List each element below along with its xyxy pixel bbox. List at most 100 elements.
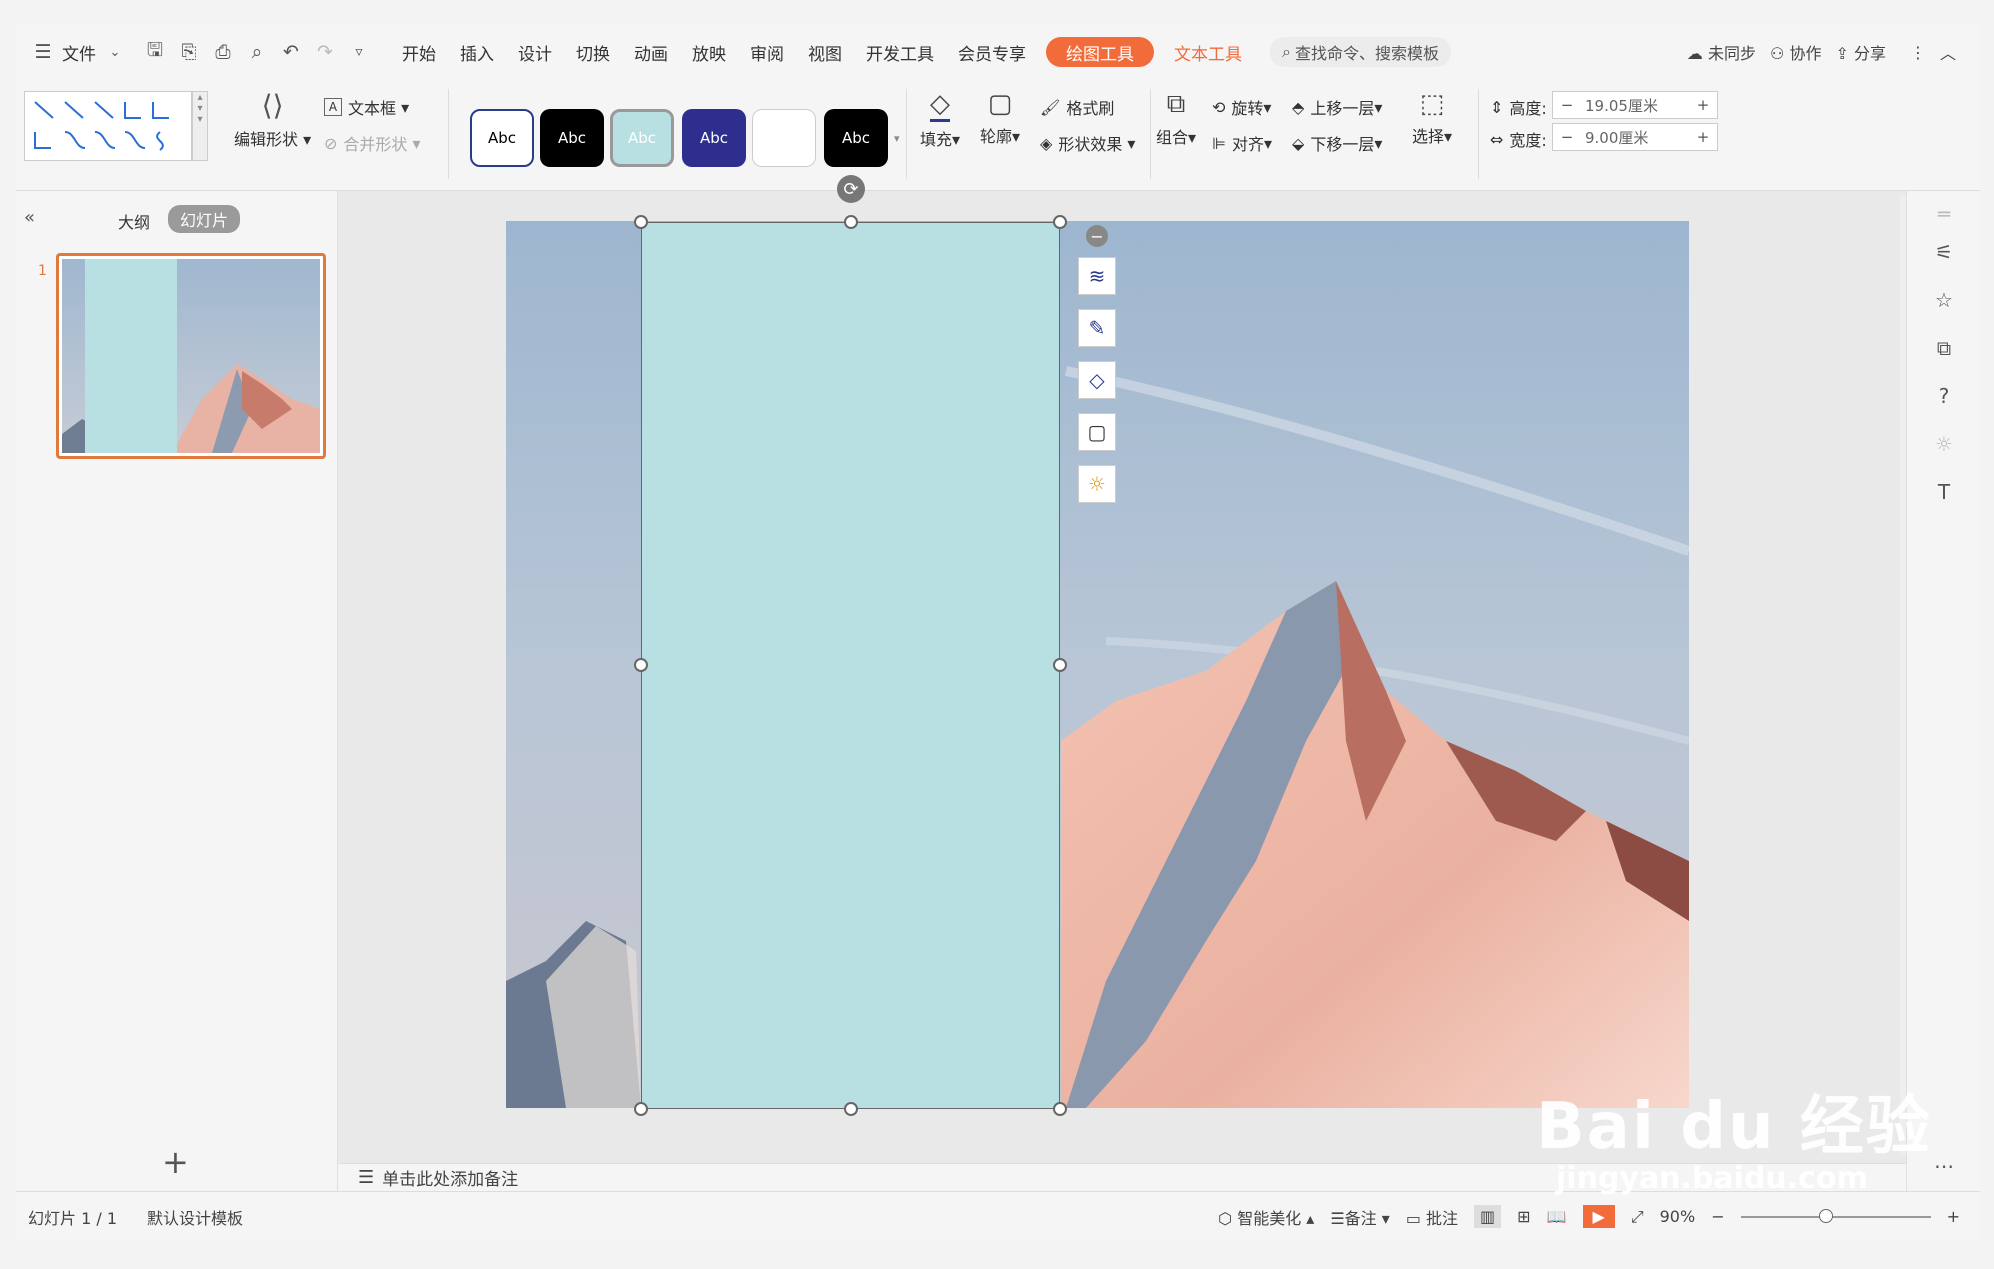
tab-review[interactable]: 审阅 (738, 25, 796, 79)
copy-panel-icon[interactable]: ⧉ (1931, 335, 1957, 361)
help-icon[interactable]: ? (1931, 383, 1957, 409)
zoom-level[interactable]: 90% (1660, 1207, 1696, 1226)
style-preset-3[interactable]: Abc (610, 109, 674, 167)
save-icon[interactable]: 🖫 (142, 39, 168, 65)
zoom-slider[interactable] (1740, 1208, 1931, 1223)
style-preset-6[interactable]: Abc (824, 109, 888, 167)
notes-placeholder: 单击此处添加备注 (382, 1170, 519, 1190)
reading-view-icon[interactable]: 📖 (1547, 1207, 1567, 1226)
brush-tool[interactable]: ✎ (1078, 309, 1116, 347)
selected-rectangle-shape[interactable] (641, 222, 1060, 1109)
tab-insert[interactable]: 插入 (448, 25, 506, 79)
collapse-float-toolbar-icon[interactable]: − (1086, 225, 1108, 247)
sync-status[interactable]: ☁ 未同步 (1687, 40, 1756, 64)
outline-tab[interactable]: 大纲 (118, 209, 150, 233)
slides-tab[interactable]: 幻灯片 (168, 205, 241, 233)
style-preset-1[interactable]: Abc (470, 109, 534, 167)
height-input[interactable]: − 19.05厘米 + (1552, 91, 1718, 119)
tab-drawing-tools[interactable]: 绘图工具 (1046, 37, 1154, 67)
normal-view-icon[interactable]: ▥ (1474, 1205, 1502, 1228)
print-preview-icon[interactable]: ⌕ (244, 39, 270, 65)
smart-beautify-button[interactable]: ⬡ 智能美化 ▴ (1218, 1205, 1314, 1229)
play-slideshow-icon[interactable]: ▶ (1582, 1205, 1615, 1228)
fill-bucket-icon: ◇ (930, 89, 951, 122)
tab-text-tools[interactable]: 文本工具 (1162, 25, 1254, 79)
lightbulb-icon[interactable]: ☼ (1931, 431, 1957, 457)
shape-effect-button[interactable]: ◈ 形状效果 ▾ (1040, 131, 1135, 155)
print-icon[interactable]: ⎙ (210, 39, 236, 65)
format-painter-button[interactable]: 🖌 格式刷 (1040, 95, 1114, 119)
rotate-handle-icon[interactable]: ⟳ (837, 175, 865, 203)
command-search[interactable]: ⌕ 查找命令、搜索模板 (1270, 37, 1451, 67)
zoom-slider-thumb[interactable] (1818, 1208, 1833, 1223)
tab-view[interactable]: 视图 (796, 25, 854, 79)
outline-icon: ▢ (1087, 420, 1107, 444)
gallery-scroll[interactable]: ▴ ▾ ▾ (192, 91, 208, 161)
collaborate-button[interactable]: ⚇ 协作 (1770, 40, 1821, 64)
add-slide-button[interactable]: + (162, 1143, 189, 1181)
height-decrease-button[interactable]: − (1553, 96, 1581, 114)
tab-transition[interactable]: 切换 (564, 25, 622, 79)
slide-thumbnail[interactable] (56, 253, 326, 459)
bring-forward-button[interactable]: ⬘ 上移一层 ▾ (1292, 95, 1382, 119)
width-input[interactable]: − 9.00厘米 + (1552, 123, 1718, 151)
more-menu-icon[interactable]: ⋮ (1910, 43, 1926, 62)
comments-button[interactable]: ▭ 批注 (1406, 1205, 1458, 1229)
tab-home[interactable]: 开始 (390, 25, 448, 79)
zoom-in-icon[interactable]: + (1947, 1207, 1960, 1226)
smart-tool[interactable]: ☼ (1078, 465, 1116, 503)
resize-handle-bottom-left[interactable] (634, 1102, 648, 1116)
edit-shape-button[interactable]: ⟨⟩ 编辑形状 ▾ (234, 89, 311, 150)
width-increase-button[interactable]: + (1689, 128, 1717, 146)
collapse-ribbon-icon[interactable]: ︿ (1940, 40, 1956, 64)
resize-handle-right[interactable] (1053, 658, 1067, 672)
width-decrease-button[interactable]: − (1553, 128, 1581, 146)
align-button[interactable]: ⊫ 对齐 ▾ (1212, 131, 1272, 155)
tab-slideshow[interactable]: 放映 (680, 25, 738, 79)
fill-button[interactable]: ◇ 填充▾ (920, 89, 960, 150)
rotate-button[interactable]: ⟲ 旋转 ▾ (1212, 95, 1271, 119)
select-button[interactable]: ⬚ 选择▾ (1412, 89, 1452, 147)
resize-handle-left[interactable] (634, 658, 648, 672)
style-preset-2[interactable]: Abc (540, 109, 604, 167)
template-name[interactable]: 默认设计模板 (147, 1205, 243, 1229)
zoom-out-icon[interactable]: − (1711, 1207, 1724, 1226)
grid-view-icon[interactable]: ⊞ (1517, 1207, 1530, 1226)
fit-window-icon[interactable]: ⤢ (1631, 1207, 1644, 1227)
tab-developer[interactable]: 开发工具 (854, 25, 946, 79)
tab-design[interactable]: 设计 (506, 25, 564, 79)
group-button[interactable]: ⧉ 组合▾ (1156, 89, 1196, 148)
resize-handle-bottom[interactable] (844, 1102, 858, 1116)
send-backward-button[interactable]: ⬙ 下移一层 ▾ (1292, 131, 1382, 155)
resize-handle-top-left[interactable] (634, 215, 648, 229)
width-icon: ⇔ (1490, 129, 1504, 149)
height-increase-button[interactable]: + (1689, 96, 1717, 114)
tab-member[interactable]: 会员专享 (946, 25, 1038, 79)
layers-tool[interactable]: ≋ (1078, 257, 1116, 295)
text-icon[interactable]: T (1931, 479, 1957, 505)
resize-handle-top-right[interactable] (1053, 215, 1067, 229)
outline-tool[interactable]: ▢ (1078, 413, 1116, 451)
style-preset-5[interactable] (752, 109, 816, 167)
resize-handle-bottom-right[interactable] (1053, 1102, 1067, 1116)
share-button[interactable]: ⇪ 分享 (1835, 40, 1886, 64)
redo-icon[interactable]: ↷ (312, 39, 338, 65)
collapse-panel-icon[interactable]: « (24, 207, 35, 228)
line-shape-gallery[interactable] (24, 91, 192, 161)
text-box-button[interactable]: A 文本框 ▾ (324, 95, 409, 119)
style-preset-4[interactable]: Abc (682, 109, 746, 167)
merge-shape-button[interactable]: ⊘ 合并形状 ▾ (324, 131, 421, 155)
height-icon: ⇕ (1490, 97, 1504, 117)
notes-toggle-button[interactable]: ☰备注 ▾ (1330, 1205, 1389, 1229)
format-painter-quick-icon[interactable]: ⎘ (176, 39, 202, 65)
outline-button[interactable]: ▢ 轮廓▾ (980, 89, 1020, 147)
properties-icon[interactable]: ⚟ (1931, 239, 1957, 265)
star-icon[interactable]: ☆ (1931, 287, 1957, 313)
tab-animation[interactable]: 动画 (622, 25, 680, 79)
customize-toolbar-icon[interactable]: ▿ (346, 39, 372, 65)
more-options-icon[interactable]: ⋯ (1931, 1153, 1957, 1179)
resize-handle-top[interactable] (844, 215, 858, 229)
fill-tool[interactable]: ◇ (1078, 361, 1116, 399)
file-menu[interactable]: ☰ 文件 ⌄ (16, 39, 128, 65)
undo-icon[interactable]: ↶ (278, 39, 304, 65)
